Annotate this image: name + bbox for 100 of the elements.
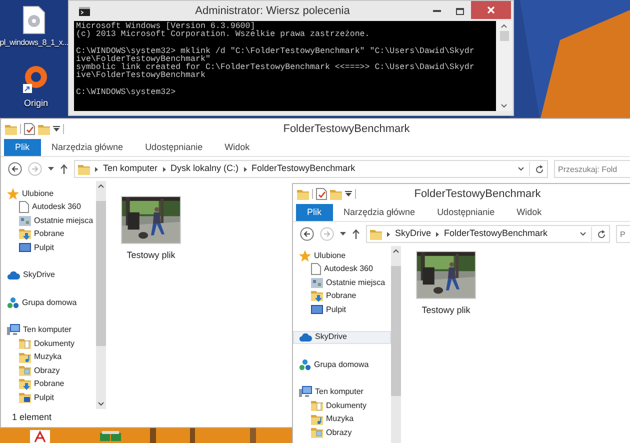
ribbon-tab[interactable]: Narzędzia główne	[332, 204, 426, 221]
console-line: C:\WINDOWS\system32> mklink /d "C:\FolderTestowyBenchmark" "C:\Users\Dawid\Skydr	[76, 48, 476, 56]
navigation-item[interactable]: SkyDrive	[293, 330, 391, 344]
navigation-item[interactable]: Pulpit	[1, 241, 96, 254]
scrollbar-thumb[interactable]	[500, 31, 508, 41]
breadcrumb-item[interactable]: SkyDrive	[395, 227, 432, 241]
console-line: symbolic link created for C:\FolderTestowyBenchmark <<===>> C:\Users\Dawid\Skydr	[76, 64, 476, 72]
close-icon	[487, 6, 495, 14]
breadcrumb-separator-icon	[244, 166, 247, 172]
navigation-item[interactable]: Obrazy	[1, 364, 96, 378]
scrollbar-thumb[interactable]	[96, 201, 106, 346]
navigation-item[interactable]: Dokumenty	[1, 337, 96, 350]
scroll-up-icon[interactable]	[393, 249, 399, 253]
file-menu-button[interactable]: Plik	[296, 204, 333, 221]
scrollbar[interactable]	[391, 246, 401, 443]
close-button[interactable]	[471, 1, 511, 19]
navigation-item[interactable]: Pobrane	[293, 290, 391, 303]
minimize-icon	[433, 10, 441, 12]
console-line: (c) 2013 Microsoft Corporation. Wszelkie prawa zastrzeżone.	[76, 31, 371, 40]
breadcrumb-separator-icon	[162, 166, 166, 172]
navigation-item[interactable]: Pobrane	[1, 378, 96, 391]
scroll-up-icon[interactable]	[501, 24, 507, 28]
desktop-icon	[19, 242, 31, 254]
navigation-item[interactable]: Ostatnie miejsca	[293, 276, 391, 290]
navigation-item[interactable]: Obrazy	[293, 426, 391, 440]
file-icon[interactable]	[30, 430, 50, 443]
navigation-item[interactable]: Ten komputer	[1, 324, 96, 337]
ribbon-tab[interactable]: Widok	[506, 204, 553, 221]
up-arrow-icon[interactable]	[60, 164, 68, 174]
properties-icon[interactable]	[316, 188, 327, 200]
breadcrumb-item[interactable]: Dysk lokalny (C:)	[170, 162, 239, 176]
desktop-folder-icon	[19, 392, 31, 404]
console-line: Microsoft Windows [Version 6.3.9600]	[76, 23, 256, 31]
back-button[interactable]	[8, 162, 22, 176]
navigation-item[interactable]: Pulpit	[293, 303, 391, 316]
scroll-down-icon[interactable]	[501, 104, 507, 108]
documents-folder-icon	[19, 338, 31, 350]
address-bar[interactable]: SkyDrive FolderTestowyBenchmark	[366, 225, 610, 243]
file-name[interactable]: Testowy plik	[422, 304, 470, 318]
up-arrow-icon[interactable]	[352, 229, 360, 239]
scroll-up-icon[interactable]	[98, 184, 104, 188]
file-name[interactable]: Testowy plik	[126, 249, 176, 262]
address-bar[interactable]: Ten komputer Dysk lokalny (C:) FolderTestowyBenchmark	[74, 160, 548, 178]
program-icon[interactable]	[100, 431, 122, 441]
ribbon-tab[interactable]: Udostępnianie	[134, 139, 214, 156]
pictures-folder-icon	[19, 365, 31, 376]
navigation-item[interactable]: Autodesk 360	[1, 200, 96, 214]
desktop-icon-label[interactable]: pl_windows_8_1_x...	[0, 37, 68, 49]
network-icon	[7, 296, 19, 309]
caret-icon[interactable]	[345, 191, 352, 197]
navigation-item[interactable]: Dokumenty	[293, 399, 391, 412]
breadcrumb-separator-icon	[95, 166, 98, 172]
navigation-item[interactable]: Autodesk 360	[293, 262, 391, 276]
navigation-item[interactable]: Ostatnie miejsca	[1, 214, 96, 228]
caret-icon[interactable]	[518, 167, 524, 171]
console-line: ive\FolderTestowyBenchmark"	[76, 56, 210, 64]
file-menu-button[interactable]: Plik	[4, 139, 41, 156]
navigation-item[interactable]: Muzyka	[1, 350, 96, 364]
star-icon	[299, 250, 311, 262]
window-title: FolderTestowyBenchmark	[282, 122, 411, 137]
cloud-icon	[299, 332, 312, 342]
properties-icon[interactable]	[24, 123, 35, 135]
navigation-item[interactable]: SkyDrive	[1, 268, 96, 282]
breadcrumb-item[interactable]: FolderTestowyBenchmark	[444, 227, 548, 241]
caret-icon[interactable]	[53, 126, 60, 132]
caret-icon[interactable]	[580, 232, 586, 236]
ribbon-tab[interactable]: Udostępnianie	[426, 204, 506, 221]
document-icon	[311, 263, 321, 276]
caret-icon[interactable]	[48, 167, 54, 171]
cloud-icon	[7, 270, 20, 280]
scrollbar[interactable]	[496, 21, 512, 111]
disc-image-icon	[23, 6, 45, 34]
navigation-item[interactable]: Pulpit	[1, 391, 96, 404]
scroll-down-icon[interactable]	[98, 402, 104, 406]
search-field[interactable]: Przeszukaj: Fold	[554, 160, 630, 178]
computer-icon	[7, 324, 20, 336]
navigation-item[interactable]: Ten komputer	[293, 386, 391, 399]
navigation-item[interactable]: Muzyka	[293, 412, 391, 426]
navigation-item[interactable]: Ulubione	[1, 187, 96, 200]
breadcrumb-item[interactable]: FolderTestowyBenchmark	[252, 162, 356, 176]
back-button[interactable]	[300, 227, 314, 241]
ribbon-tab[interactable]: Widok	[214, 139, 261, 156]
navigation-item[interactable]: Pobrane	[1, 228, 96, 241]
navigation-item[interactable]: Ulubione	[293, 249, 391, 262]
ribbon-tab[interactable]: Narzędzia główne	[40, 139, 134, 156]
breadcrumb-separator-icon	[436, 232, 440, 236]
desktop-icon-label[interactable]: Origin	[24, 97, 48, 110]
scrollbar[interactable]	[96, 181, 106, 409]
search-field[interactable]: P	[616, 225, 630, 243]
refresh-icon[interactable]	[597, 230, 606, 238]
console-icon	[79, 6, 90, 16]
breadcrumb-item[interactable]: Ten komputer	[103, 162, 158, 176]
navigation-item[interactable]: Grupa domowa	[1, 296, 96, 310]
recent-places-icon	[311, 276, 323, 289]
window-title: FolderTestowyBenchmark	[413, 186, 542, 202]
navigation-item[interactable]: Grupa domowa	[293, 358, 391, 372]
caret-icon[interactable]	[340, 232, 346, 236]
refresh-icon[interactable]	[535, 164, 544, 174]
scrollbar-thumb[interactable]	[391, 266, 401, 396]
folder-icon	[5, 124, 17, 134]
